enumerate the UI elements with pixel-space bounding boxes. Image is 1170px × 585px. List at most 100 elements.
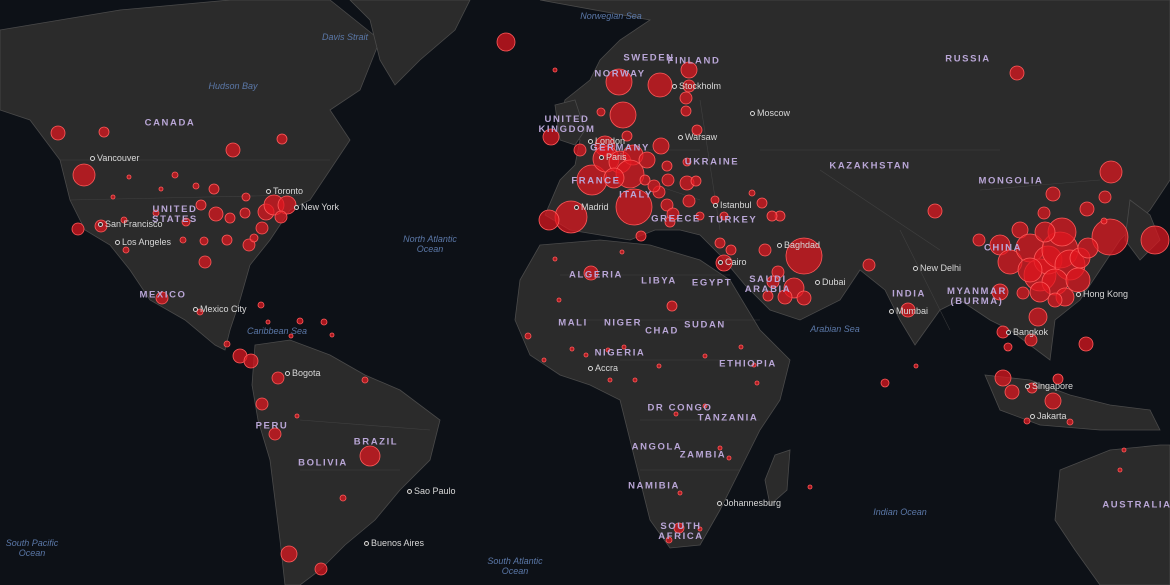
city-label[interactable]: Cairo	[718, 257, 747, 267]
case-bubble[interactable]	[927, 203, 943, 219]
city-label[interactable]: Sao Paulo	[407, 486, 456, 496]
case-bubble[interactable]	[158, 186, 164, 192]
case-bubble[interactable]	[1099, 160, 1123, 184]
city-label[interactable]: Bangkok	[1006, 327, 1048, 337]
case-bubble[interactable]	[274, 210, 288, 224]
city-label[interactable]: Warsaw	[678, 132, 717, 142]
city-label[interactable]: Mexico City	[193, 304, 247, 314]
case-bubble[interactable]	[569, 346, 575, 352]
case-bubble[interactable]	[635, 230, 647, 242]
case-bubble[interactable]	[807, 484, 813, 490]
city-label[interactable]: Singapore	[1025, 381, 1073, 391]
case-bubble[interactable]	[994, 369, 1012, 387]
case-bubble[interactable]	[1079, 201, 1095, 217]
case-bubble[interactable]	[199, 236, 209, 246]
case-bubble[interactable]	[276, 133, 288, 145]
case-bubble[interactable]	[862, 258, 876, 272]
case-bubble[interactable]	[583, 352, 589, 358]
case-bubble[interactable]	[1044, 392, 1062, 410]
case-bubble[interactable]	[680, 105, 692, 117]
case-bubble[interactable]	[748, 189, 756, 197]
city-label[interactable]: Madrid	[574, 202, 609, 212]
case-bubble[interactable]	[880, 378, 890, 388]
case-bubble[interactable]	[359, 445, 381, 467]
city-label[interactable]: Moscow	[750, 108, 790, 118]
case-bubble[interactable]	[72, 163, 96, 187]
city-label[interactable]: New Delhi	[913, 263, 961, 273]
case-bubble[interactable]	[122, 246, 130, 254]
case-bubble[interactable]	[179, 236, 187, 244]
case-bubble[interactable]	[208, 183, 220, 195]
case-bubble[interactable]	[661, 173, 675, 187]
case-bubble[interactable]	[320, 318, 328, 326]
case-bubble[interactable]	[1045, 186, 1061, 202]
case-bubble[interactable]	[1047, 292, 1063, 308]
case-bubble[interactable]	[280, 545, 298, 563]
case-bubble[interactable]	[666, 300, 678, 312]
city-label[interactable]: Paris	[599, 152, 627, 162]
case-bubble[interactable]	[50, 125, 66, 141]
city-label[interactable]: Stockholm	[672, 81, 721, 91]
case-bubble[interactable]	[192, 182, 200, 190]
case-bubble[interactable]	[1078, 336, 1094, 352]
case-bubble[interactable]	[714, 237, 726, 249]
city-label[interactable]: Toronto	[266, 186, 303, 196]
case-bubble[interactable]	[1004, 384, 1020, 400]
case-bubble[interactable]	[271, 371, 285, 385]
city-label[interactable]: Istanbul	[713, 200, 752, 210]
case-bubble[interactable]	[329, 332, 335, 338]
case-bubble[interactable]	[690, 175, 702, 187]
case-bubble[interactable]	[552, 256, 558, 262]
case-bubble[interactable]	[239, 207, 251, 219]
case-bubble[interactable]	[126, 174, 132, 180]
city-label[interactable]: Dubai	[815, 277, 846, 287]
case-bubble[interactable]	[607, 377, 613, 383]
case-bubble[interactable]	[647, 72, 673, 98]
case-bubble[interactable]	[573, 143, 587, 157]
case-bubble[interactable]	[221, 234, 233, 246]
case-bubble[interactable]	[725, 244, 737, 256]
case-bubble[interactable]	[257, 301, 265, 309]
case-bubble[interactable]	[110, 194, 116, 200]
case-bubble[interactable]	[223, 340, 231, 348]
case-bubble[interactable]	[1028, 307, 1048, 327]
case-bubble[interactable]	[638, 151, 656, 169]
case-bubble[interactable]	[1037, 206, 1051, 220]
case-bubble[interactable]	[1034, 221, 1056, 243]
case-bubble[interactable]	[1029, 281, 1051, 303]
city-label[interactable]: Baghdad	[777, 240, 820, 250]
case-bubble[interactable]	[679, 91, 693, 105]
case-bubble[interactable]	[294, 413, 300, 419]
city-label[interactable]: San Francisco	[98, 219, 163, 229]
case-bubble[interactable]	[619, 249, 625, 255]
city-label[interactable]: Buenos Aires	[364, 538, 424, 548]
city-label[interactable]: Vancouver	[90, 153, 139, 163]
case-bubble[interactable]	[243, 353, 259, 369]
case-bubble[interactable]	[656, 363, 662, 369]
case-bubble[interactable]	[661, 160, 673, 172]
case-bubble[interactable]	[1016, 286, 1030, 300]
case-bubble[interactable]	[766, 210, 778, 222]
case-bubble[interactable]	[71, 222, 85, 236]
case-bubble[interactable]	[1003, 342, 1013, 352]
case-bubble[interactable]	[552, 67, 558, 73]
case-bubble[interactable]	[225, 142, 241, 158]
case-bubble[interactable]	[1121, 447, 1127, 453]
city-label[interactable]: Accra	[588, 363, 618, 373]
city-label[interactable]: London	[588, 136, 625, 146]
case-bubble[interactable]	[314, 562, 328, 576]
case-bubble[interactable]	[538, 209, 560, 231]
city-label[interactable]: Johannesburg	[717, 498, 781, 508]
case-bubble[interactable]	[632, 377, 638, 383]
case-bubble[interactable]	[726, 455, 732, 461]
case-bubble[interactable]	[361, 376, 369, 384]
case-bubble[interactable]	[1009, 65, 1025, 81]
city-label[interactable]: Los Angeles	[115, 237, 171, 247]
case-bubble[interactable]	[609, 101, 637, 129]
case-bubble[interactable]	[754, 380, 760, 386]
case-bubble[interactable]	[682, 194, 696, 208]
case-bubble[interactable]	[541, 357, 547, 363]
case-bubble[interactable]	[1100, 217, 1108, 225]
city-label[interactable]: Jakarta	[1030, 411, 1067, 421]
case-bubble[interactable]	[738, 344, 744, 350]
